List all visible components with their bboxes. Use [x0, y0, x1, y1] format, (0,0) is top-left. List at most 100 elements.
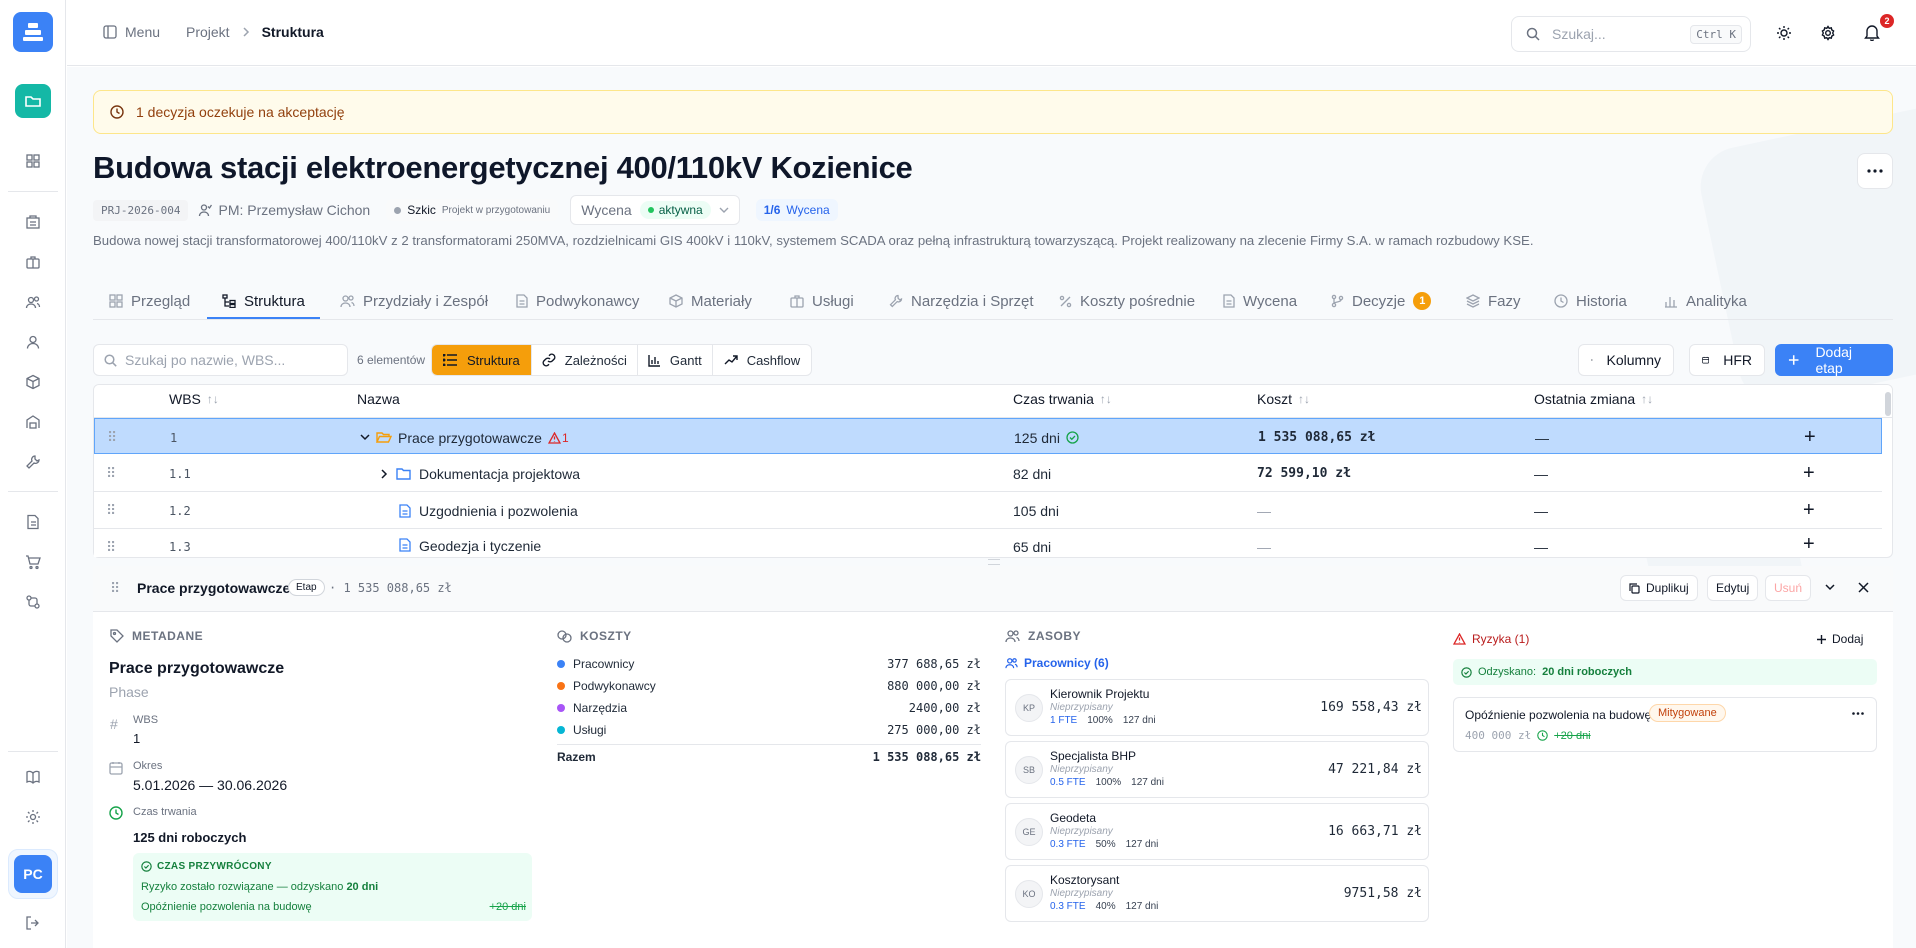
recovered-banner: Odzyskano: 20 dni roboczych — [1453, 659, 1877, 685]
tab-struktura[interactable]: Struktura — [222, 283, 305, 319]
drag-handle-icon[interactable]: ⠿ — [106, 455, 116, 492]
table-row[interactable]: ⠿ 1.2 Uzgodnienia i pozwolenia 105 dni —… — [94, 492, 1882, 529]
tree-search[interactable]: Szukaj po nazwie, WBS... — [93, 344, 348, 376]
documents-nav-icon[interactable] — [21, 510, 45, 534]
table-row[interactable]: ⠿ 1 Prace przygotowawcze 1 125 dni 1 535… — [94, 418, 1882, 454]
tab-podwykonawcy[interactable]: Podwykonawcy — [516, 283, 639, 319]
resource-card[interactable]: GE Geodeta Nieprzypisany 0.3 FTE 50% 127 d… — [1005, 803, 1429, 860]
risk-more-icon[interactable] — [1852, 712, 1864, 715]
view-struktura-button[interactable]: Struktura — [432, 345, 531, 375]
add-stage-button[interactable]: Dodaj etap — [1775, 344, 1893, 376]
drag-handle-icon[interactable]: ⠿ — [107, 419, 117, 456]
duplicate-button[interactable]: Duplikuj — [1620, 575, 1698, 601]
collapse-chevron-icon[interactable] — [1825, 584, 1835, 591]
add-child-button[interactable]: + — [1803, 529, 1815, 557]
workers-link[interactable]: Pracownicy (6) — [1005, 656, 1109, 670]
warehouse-nav-icon[interactable] — [21, 410, 45, 434]
column-header-duration[interactable]: Czas trwania ↑↓ — [1013, 391, 1112, 407]
row-name: Dokumentacja projektowa — [419, 465, 581, 482]
materials-nav-icon[interactable] — [21, 370, 45, 394]
add-risk-button[interactable]: Dodaj — [1817, 632, 1863, 646]
tab-uslugi[interactable]: Usługi — [790, 283, 854, 319]
view-cashflow-button[interactable]: Cashflow — [711, 345, 811, 375]
notifications-bell-icon[interactable] — [1864, 24, 1880, 41]
column-header-cost[interactable]: Koszt ↑↓ — [1257, 391, 1310, 407]
check-circle-icon — [1066, 431, 1079, 444]
cart-nav-icon[interactable] — [21, 550, 45, 574]
more-actions-button[interactable] — [1857, 153, 1893, 189]
stage-select[interactable]: Wycena aktywna — [570, 195, 740, 225]
projects-nav-button[interactable] — [15, 84, 51, 118]
settings-gear-icon[interactable] — [1820, 25, 1836, 41]
status-badge: Szkic Projekt w przygotowaniu — [386, 199, 559, 221]
user-nav-icon[interactable] — [21, 330, 45, 354]
tab-koszty-posrednie[interactable]: Koszty pośrednie — [1059, 283, 1195, 319]
close-icon[interactable] — [1858, 582, 1869, 593]
help-book-icon[interactable] — [21, 765, 45, 789]
table-row[interactable]: ⠿ 1.1 Dokumentacja projektowa 82 dni 72 … — [94, 455, 1882, 492]
table-row[interactable]: ⠿ 1.3 Geodezja i tyczenie 65 dni — — + — [94, 529, 1882, 557]
briefcase-nav-icon[interactable] — [21, 250, 45, 274]
tab-historia[interactable]: Historia — [1554, 283, 1627, 319]
column-header-last-change[interactable]: Ostatnia zmiana ↑↓ — [1534, 391, 1653, 407]
delete-button[interactable]: Usuń — [1765, 575, 1812, 601]
calendar-icon — [109, 761, 123, 775]
resize-handle[interactable] — [988, 559, 1000, 565]
tools-nav-icon[interactable] — [21, 450, 45, 474]
dashboard-nav-icon[interactable] — [21, 149, 45, 173]
view-zaleznosci-button[interactable]: Zależności — [530, 345, 637, 375]
edit-button[interactable]: Edytuj — [1707, 575, 1759, 601]
tab-fazy[interactable]: Fazy — [1466, 283, 1521, 319]
risk-card[interactable]: Opóźnienie pozwolenia na budowę Mitygowa… — [1453, 697, 1877, 752]
view-gantt-button[interactable]: Gantt — [636, 345, 712, 375]
drag-handle-icon[interactable]: ⠿ — [106, 529, 116, 557]
pending-decision-alert[interactable]: 1 decyzja oczekuje na akceptację — [93, 90, 1893, 134]
tab-analityka[interactable]: Analityka — [1664, 283, 1747, 319]
menu-toggle[interactable]: Menu — [103, 24, 160, 40]
breadcrumb-item-projekt[interactable]: Projekt — [186, 24, 230, 40]
user-avatar[interactable]: PC — [8, 849, 58, 899]
column-header-wbs[interactable]: WBS ↑↓ — [169, 391, 219, 407]
tree-search-input[interactable]: Szukaj po nazwie, WBS... — [125, 352, 285, 368]
sort-icon: ↑↓ — [206, 392, 219, 406]
add-child-button[interactable]: + — [1804, 419, 1816, 456]
tab-decyzje[interactable]: Decyzje 1 — [1331, 283, 1432, 319]
team-nav-icon[interactable] — [21, 290, 45, 314]
add-child-button[interactable]: + — [1803, 492, 1815, 529]
logout-icon[interactable] — [21, 911, 45, 935]
columns-button[interactable]: Kolumny — [1578, 344, 1674, 376]
transfer-nav-icon[interactable] — [21, 590, 45, 614]
app-logo[interactable] — [13, 12, 53, 52]
drag-handle-icon[interactable]: ⠿ — [110, 580, 120, 597]
tab-materialy[interactable]: Materiały — [669, 283, 752, 319]
resource-card[interactable]: KO Kosztorysant Nieprzypisany 0.3 FTE 40%… — [1005, 865, 1429, 922]
meta-type: Phase — [109, 684, 149, 700]
column-header-name[interactable]: Nazwa — [357, 391, 400, 407]
resource-card[interactable]: KP Kierownik Projektu Nieprzypisany 1 FT… — [1005, 679, 1429, 736]
resource-card[interactable]: SB Specjalista BHP Nieprzypisany 0.5 FTE… — [1005, 741, 1429, 798]
resource-pct: 100% — [1087, 715, 1113, 726]
global-search[interactable]: Szukaj... Ctrl K — [1511, 16, 1751, 52]
chevron-right-icon[interactable] — [381, 468, 388, 479]
row-name-cell: Dokumentacja projektowa — [381, 455, 580, 492]
hfr-button[interactable]: HFR — [1689, 344, 1765, 376]
theme-toggle-icon[interactable] — [1776, 25, 1792, 41]
tab-wycena[interactable]: Wycena — [1223, 283, 1297, 319]
row-name: Prace przygotowawcze — [398, 429, 542, 446]
chevron-down-icon[interactable] — [360, 434, 370, 441]
hfr-label: HFR — [1723, 352, 1752, 368]
search-icon — [104, 353, 117, 367]
users-icon — [340, 295, 355, 308]
add-child-button[interactable]: + — [1803, 455, 1815, 492]
resource-avatar: KO — [1015, 880, 1043, 908]
chevron-right-icon — [243, 27, 249, 37]
workers-label: Pracownicy (6) — [1024, 656, 1109, 670]
tab-narzedzia[interactable]: Narzędzia i Sprzęt — [889, 283, 1034, 319]
stage-state-badge: aktywna — [639, 201, 711, 219]
tab-przeglad[interactable]: Przegląd — [109, 283, 190, 319]
tab-przydzialy[interactable]: Przydziały i Zespół — [340, 283, 488, 319]
drag-handle-icon[interactable]: ⠿ — [106, 492, 116, 529]
search-input[interactable]: Szukaj... — [1552, 26, 1678, 42]
buildings-nav-icon[interactable] — [21, 210, 45, 234]
settings-nav-icon[interactable] — [21, 805, 45, 829]
